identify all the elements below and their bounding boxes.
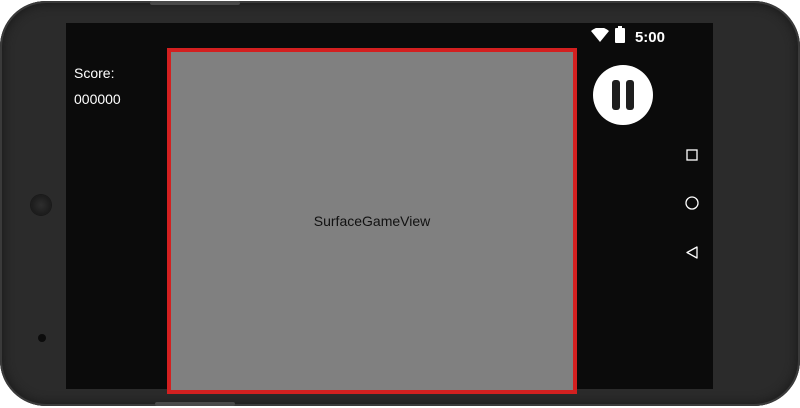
back-button[interactable] — [680, 240, 704, 264]
phone-body: Score: 000000 SurfaceGameView 5:00 — [0, 1, 800, 406]
back-icon — [686, 245, 698, 259]
recents-icon — [686, 149, 698, 161]
surface-game-view[interactable]: SurfaceGameView — [167, 48, 577, 394]
score-value: 000000 — [74, 91, 121, 107]
score-label: Score: — [74, 65, 115, 81]
sensor — [38, 334, 46, 342]
screen: Score: 000000 SurfaceGameView 5:00 — [66, 23, 713, 394]
battery-icon — [614, 26, 625, 48]
game-view-label: SurfaceGameView — [313, 213, 431, 229]
status-time: 5:00 — [634, 28, 665, 46]
wifi-icon — [590, 26, 609, 47]
home-button[interactable] — [680, 191, 704, 215]
pause-icon — [612, 80, 620, 110]
device-frame: Score: 000000 SurfaceGameView 5:00 — [0, 0, 800, 408]
home-icon — [685, 196, 699, 210]
pause-button[interactable] — [593, 65, 653, 125]
pause-icon-bar — [626, 80, 634, 110]
volume-button — [150, 1, 240, 5]
status-bar: 5:00 — [590, 26, 665, 48]
recents-button[interactable] — [680, 143, 704, 167]
front-camera — [31, 195, 51, 215]
power-button — [155, 402, 235, 406]
